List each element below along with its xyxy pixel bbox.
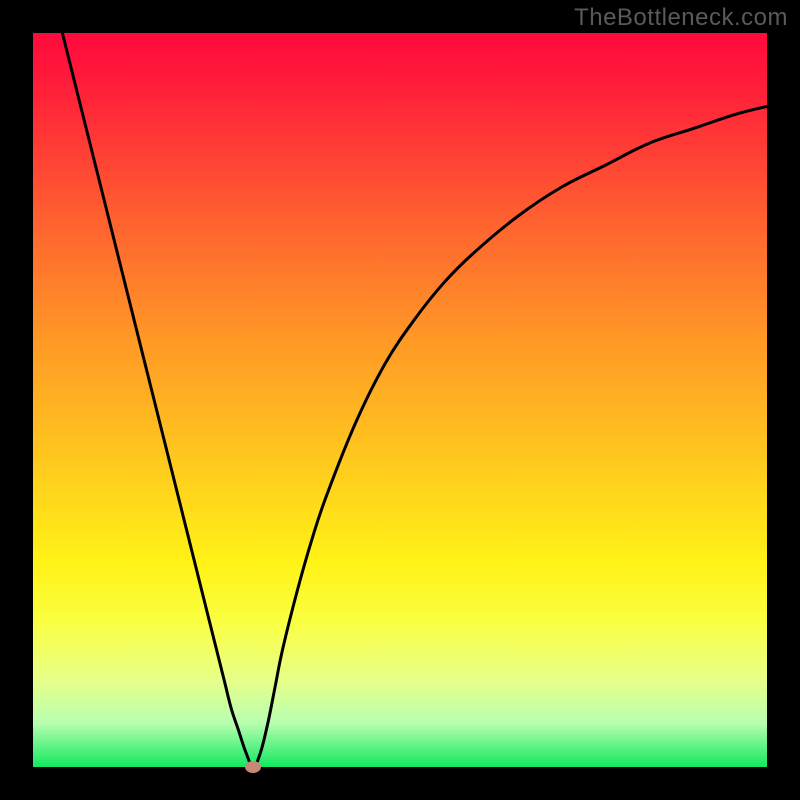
plot-area — [33, 33, 767, 767]
chart-container: TheBottleneck.com — [0, 0, 800, 800]
curve-svg — [33, 33, 767, 767]
watermark-text: TheBottleneck.com — [574, 4, 788, 32]
bottleneck-curve — [62, 33, 767, 767]
minimum-marker-icon — [245, 761, 261, 773]
